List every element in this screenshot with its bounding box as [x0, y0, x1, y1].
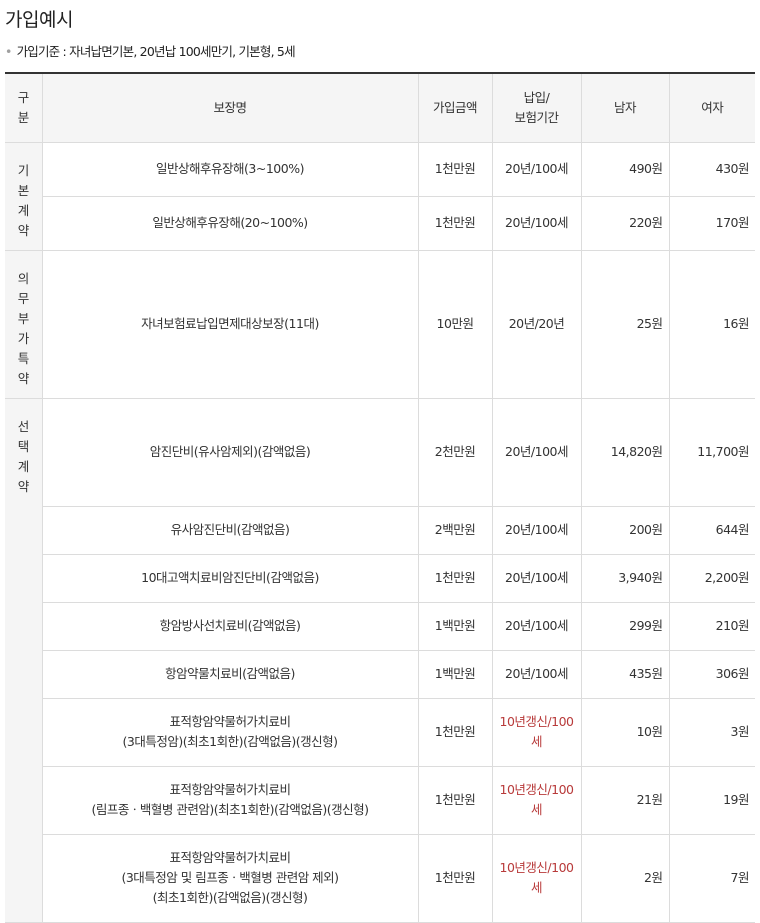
table-row: 10대고액치료비암진단비(감액없음) 1천만원 20년/100세 3,940원 2,20… [5, 554, 755, 603]
period-cell: 10년갱신/100세 [491, 834, 581, 923]
amount-cell: 1천만원 [417, 554, 492, 603]
header-period: 납입/ 보험기간 [491, 72, 581, 143]
table-row: 기 본 계 약 일반상해후유장해(3~100%) 1천만원 20년/100세 490원 430원 [5, 142, 755, 251]
female-premium-cell: 170원 [668, 196, 755, 251]
male-premium-cell: 3,940원 [580, 554, 669, 603]
period-cell: 20년/100세 [491, 196, 581, 251]
amount-cell: 10만원 [417, 250, 492, 399]
enrollment-criteria: • 가입기준 : 자녀납면기본, 20년납 100세만기, 기본형, 5세 [5, 41, 296, 60]
premium-example-table: 구 분 보장명 가입금액 납입/ 보험기간 남자 여자 기 본 계 약 일반상해후유장해… [5, 72, 755, 923]
period-cell: 20년/100세 [491, 650, 581, 699]
female-premium-cell: 3원 [668, 698, 755, 767]
female-premium-cell: 306원 [668, 650, 755, 699]
period-cell: 10년갱신/100세 [491, 698, 581, 767]
table-row: 선 택 계 약 암진단비(유사암제외)(감액없음) 2천만원 20년/100세 14,820원… [5, 398, 755, 923]
amount-cell: 1천만원 [417, 196, 492, 251]
period-cell: 20년/100세 [491, 398, 581, 507]
bullet-icon: • [5, 44, 12, 59]
female-premium-cell: 16원 [668, 250, 755, 399]
amount-cell: 1천만원 [417, 142, 492, 197]
coverage-name-cell: 자녀보험료납입면제대상보장(11대) [41, 250, 418, 399]
amount-cell: 2백만원 [417, 506, 492, 555]
page-title: 가입예시 [5, 9, 73, 31]
period-cell: 20년/100세 [491, 602, 581, 651]
male-premium-cell: 10원 [580, 698, 669, 767]
header-coverage: 보장명 [41, 72, 418, 143]
table-row: 표적항암약물허가치료비 (3대특정암)(최초1회한)(감액없음)(갱신형) 1천만원… [5, 698, 755, 767]
amount-cell: 2천만원 [417, 398, 492, 507]
amount-cell: 1백만원 [417, 602, 492, 651]
table-row: 일반상해후유장해(20~100%) 1천만원 20년/100세 220원 170원 [5, 196, 755, 251]
coverage-name-cell: 일반상해후유장해(3~100%) [41, 142, 418, 197]
table-row: 항암방사선치료비(감액없음) 1백만원 20년/100세 299원 210원 [5, 602, 755, 651]
header-amount: 가입금액 [417, 72, 492, 143]
header-male: 남자 [580, 72, 669, 143]
period-cell: 20년/100세 [491, 554, 581, 603]
male-premium-cell: 220원 [580, 196, 669, 251]
female-premium-cell: 19원 [668, 766, 755, 835]
male-premium-cell: 14,820원 [580, 398, 669, 507]
female-premium-cell: 210원 [668, 602, 755, 651]
amount-cell: 1백만원 [417, 650, 492, 699]
coverage-name-cell: 항암약물치료비(감액없음) [41, 650, 418, 699]
table-body: 기 본 계 약 일반상해후유장해(3~100%) 1천만원 20년/100세 490원 430원… [5, 142, 755, 923]
coverage-name-cell: 표적항암약물허가치료비 (림프종ㆍ백혈병 관련암)(최초1회한)(감액없음)(갱신… [41, 766, 418, 835]
coverage-name-cell: 암진단비(유사암제외)(감액없음) [41, 398, 418, 507]
male-premium-cell: 299원 [580, 602, 669, 651]
table-row: 의 무 부 가 특 약 자녀보험료납입면제대상보장(11대) 10만원 20년/20년 25원 16… [5, 250, 755, 399]
amount-cell: 1천만원 [417, 698, 492, 767]
male-premium-cell: 25원 [580, 250, 669, 399]
table-row: 항암약물치료비(감액없음) 1백만원 20년/100세 435원 306원 [5, 650, 755, 699]
amount-cell: 1천만원 [417, 834, 492, 923]
coverage-name-cell: 유사암진단비(감액없음) [41, 506, 418, 555]
period-cell: 20년/100세 [491, 142, 581, 197]
header-female: 여자 [668, 72, 755, 143]
table-row: 표적항암약물허가치료비 (림프종ㆍ백혈병 관련암)(최초1회한)(감액없음)(갱신… [5, 766, 755, 835]
header-category: 구 분 [5, 72, 42, 143]
female-premium-cell: 11,700원 [668, 398, 755, 507]
coverage-name-cell: 표적항암약물허가치료비 (3대특정암)(최초1회한)(감액없음)(갱신형) [41, 698, 418, 767]
female-premium-cell: 430원 [668, 142, 755, 197]
category-cell: 의무부가특약 [5, 250, 42, 399]
male-premium-cell: 2원 [580, 834, 669, 923]
table-row: 표적항암약물허가치료비 (3대특정암 및 림프종ㆍ백혈병 관련암 제외) (최초1회… [5, 834, 755, 923]
period-cell: 10년갱신/100세 [491, 766, 581, 835]
coverage-name-cell: 일반상해후유장해(20~100%) [41, 196, 418, 251]
period-cell: 20년/20년 [491, 250, 581, 399]
amount-cell: 1천만원 [417, 766, 492, 835]
category-cell: 선택계약 [5, 398, 42, 923]
male-premium-cell: 490원 [580, 142, 669, 197]
female-premium-cell: 644원 [668, 506, 755, 555]
period-cell: 20년/100세 [491, 506, 581, 555]
criteria-text: 가입기준 : 자녀납면기본, 20년납 100세만기, 기본형, 5세 [16, 44, 296, 59]
male-premium-cell: 200원 [580, 506, 669, 555]
category-cell: 기본계약 [5, 142, 42, 251]
coverage-name-cell: 10대고액치료비암진단비(감액없음) [41, 554, 418, 603]
female-premium-cell: 2,200원 [668, 554, 755, 603]
female-premium-cell: 7원 [668, 834, 755, 923]
table-header-row: 구 분 보장명 가입금액 납입/ 보험기간 남자 여자 [5, 72, 755, 143]
coverage-name-cell: 항암방사선치료비(감액없음) [41, 602, 418, 651]
male-premium-cell: 435원 [580, 650, 669, 699]
male-premium-cell: 21원 [580, 766, 669, 835]
coverage-name-cell: 표적항암약물허가치료비 (3대특정암 및 림프종ㆍ백혈병 관련암 제외) (최초1회… [41, 834, 418, 923]
table-row: 유사암진단비(감액없음) 2백만원 20년/100세 200원 644원 [5, 506, 755, 555]
